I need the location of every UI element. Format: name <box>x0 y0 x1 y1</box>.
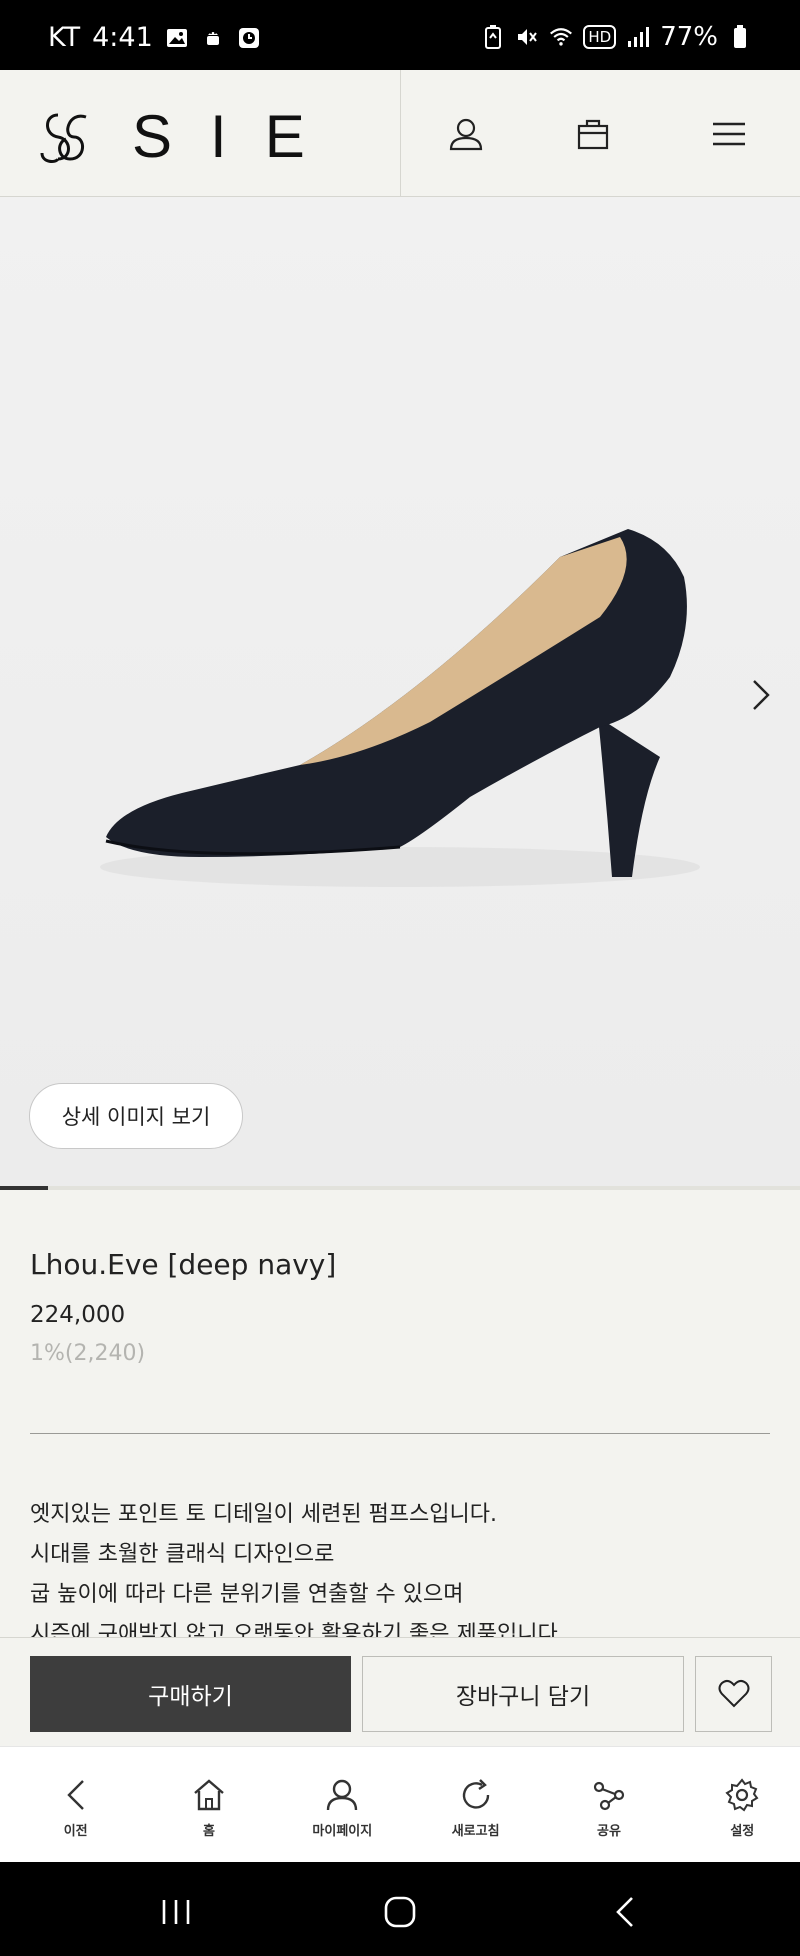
back-icon <box>56 1775 96 1815</box>
nav-back[interactable]: 이전 <box>18 1747 133 1862</box>
android-icon <box>201 26 225 50</box>
settings-icon <box>722 1775 762 1815</box>
nav-refresh-label: 새로고침 <box>451 1824 500 1839</box>
site-header: SIE <box>0 70 800 197</box>
status-right: HD 77% <box>481 22 752 52</box>
battery-label: 77% <box>660 22 718 52</box>
description-line: 시대를 초월한 클래식 디자인으로 <box>30 1542 335 1567</box>
product-image-gallery[interactable]: 상세 이미지 보기 <box>0 197 800 1187</box>
system-back-icon[interactable] <box>606 1892 646 1932</box>
logo[interactable]: SIE <box>36 102 343 171</box>
description-line: 굽 높이에 따라 다른 분위기를 연출할 수 있으며 <box>30 1582 464 1607</box>
nav-settings[interactable]: 설정 <box>685 1747 800 1862</box>
carrier-label: KT <box>48 22 81 53</box>
image-icon <box>165 26 189 50</box>
mute-icon <box>515 25 539 49</box>
share-icon <box>589 1775 629 1815</box>
product-name: Lhou.Eve [deep navy] <box>30 1248 337 1281</box>
recent-apps-icon[interactable] <box>156 1892 196 1932</box>
description-line: 엣지있는 포인트 토 디테일이 세련된 펌프스입니다. <box>30 1502 498 1527</box>
nav-home[interactable]: 홈 <box>151 1747 266 1862</box>
clock-icon <box>237 26 261 50</box>
browser-bottom-nav: 이전 홈 마이페이지 새로고침 공유 설정 <box>0 1746 800 1862</box>
status-left: KT 4:41 <box>48 22 261 53</box>
detail-image-button[interactable]: 상세 이미지 보기 <box>29 1083 243 1149</box>
gallery-progress-fill <box>0 1186 48 1190</box>
nav-share-label: 공유 <box>597 1824 621 1839</box>
time-label: 4:41 <box>92 22 153 53</box>
purchase-action-bar: 구매하기 장바구니 담기 <box>0 1637 800 1746</box>
header-divider <box>400 70 401 197</box>
status-bar: KT 4:41 HD 77% <box>0 0 800 70</box>
nav-back-label: 이전 <box>63 1824 88 1839</box>
nav-share[interactable]: 공유 <box>551 1747 666 1862</box>
next-image-arrow[interactable] <box>746 675 776 715</box>
product-points: 1%(2,240) <box>30 1341 146 1366</box>
battery-icon <box>728 25 752 49</box>
product-description: 엣지있는 포인트 토 디테일이 세련된 펌프스입니다. 시대를 초월한 클래식 … <box>30 1495 770 1655</box>
nav-mypage[interactable]: 마이페이지 <box>285 1747 400 1862</box>
wishlist-button[interactable] <box>695 1656 772 1732</box>
nav-mypage-label: 마이페이지 <box>312 1824 373 1839</box>
gallery-progress <box>0 1186 800 1190</box>
menu-icon[interactable] <box>709 114 749 154</box>
home-button-icon[interactable] <box>380 1892 420 1932</box>
refresh-icon <box>456 1775 496 1815</box>
shoe-image <box>100 529 700 887</box>
mypage-icon <box>322 1775 362 1815</box>
bag-icon[interactable] <box>573 114 613 154</box>
nav-settings-label: 설정 <box>730 1824 755 1839</box>
product-price: 224,000 <box>30 1302 126 1328</box>
signal-icon <box>626 25 650 49</box>
home-icon <box>189 1775 229 1815</box>
wifi-icon <box>549 25 573 49</box>
nav-home-label: 홈 <box>203 1824 215 1839</box>
logo-mark-icon <box>40 113 87 163</box>
buy-button[interactable]: 구매하기 <box>30 1656 351 1732</box>
add-to-cart-button[interactable]: 장바구니 담기 <box>362 1656 684 1732</box>
heart-icon <box>718 1679 749 1708</box>
logo-text: SIE <box>132 103 343 170</box>
user-icon[interactable] <box>446 114 486 154</box>
hd-badge: HD <box>583 25 617 49</box>
system-nav-bar <box>0 1862 800 1956</box>
info-divider <box>30 1433 770 1434</box>
battery-saver-icon <box>481 25 505 49</box>
chevron-right-icon <box>753 680 770 710</box>
nav-refresh[interactable]: 새로고침 <box>418 1747 533 1862</box>
